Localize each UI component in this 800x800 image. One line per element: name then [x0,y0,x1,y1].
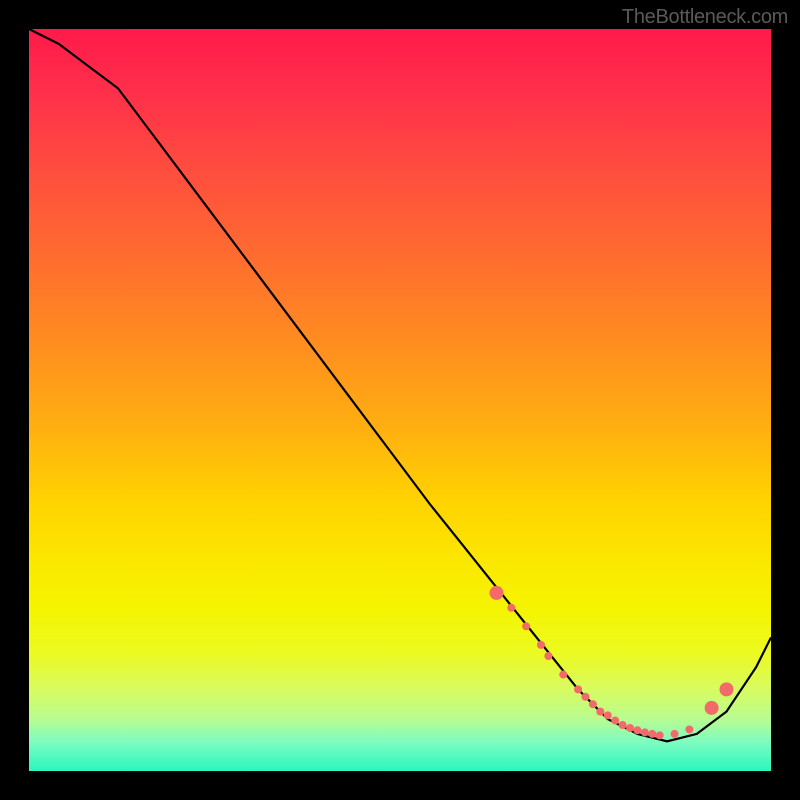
marker-dot [705,701,719,715]
marker-dot [489,586,503,600]
marker-dot [574,685,582,693]
marker-dot [596,708,604,716]
attribution-text: TheBottleneck.com [622,6,788,29]
marker-dot [648,730,656,738]
chart-plot-area [29,29,771,771]
marker-dot [633,726,641,734]
curve-markers [489,586,733,739]
marker-dot [626,724,634,732]
marker-dot [671,730,679,738]
marker-dot [559,671,567,679]
marker-dot [544,652,552,660]
marker-dot [619,721,627,729]
marker-dot [582,693,590,701]
marker-dot [522,622,530,630]
marker-dot [656,731,664,739]
curve-line [29,29,771,741]
marker-dot [589,700,597,708]
marker-dot [537,641,545,649]
marker-dot [611,717,619,725]
marker-dot [604,711,612,719]
marker-dot [641,728,649,736]
chart-svg [29,29,771,771]
marker-dot [719,682,733,696]
marker-dot [685,725,693,733]
marker-dot [507,604,515,612]
